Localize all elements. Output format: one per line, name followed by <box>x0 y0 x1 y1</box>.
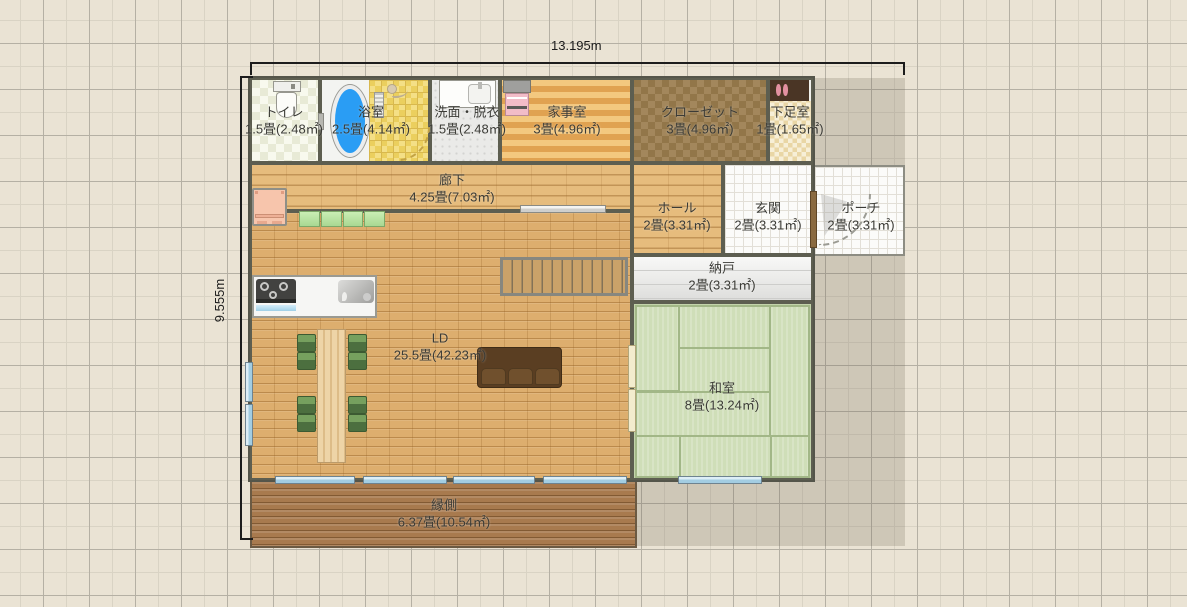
bath-door-icon[interactable] <box>318 113 324 130</box>
window-icon[interactable] <box>245 362 253 402</box>
shoes-icon <box>783 84 788 96</box>
window-icon[interactable] <box>363 476 447 484</box>
sliding-door-icon[interactable] <box>628 345 636 388</box>
stairs-icon[interactable] <box>500 257 628 296</box>
chair-icon[interactable] <box>348 396 367 414</box>
stove-icon <box>256 279 296 303</box>
room-bath[interactable] <box>320 78 430 163</box>
entrance-door-icon[interactable] <box>810 191 817 248</box>
tatami-mat <box>635 305 680 392</box>
tatami-mat <box>678 347 771 393</box>
room-storeroom[interactable] <box>632 255 813 302</box>
window-icon[interactable] <box>453 476 535 484</box>
room-hall[interactable] <box>632 163 723 255</box>
dimension-width-line <box>250 62 905 64</box>
dining-table-icon[interactable] <box>317 329 346 463</box>
sideboard-icon[interactable] <box>299 211 385 227</box>
tatami-mat <box>770 435 810 478</box>
window-icon[interactable] <box>678 476 762 484</box>
room-porch[interactable] <box>813 165 905 256</box>
shoe-cabinet[interactable] <box>770 80 811 101</box>
room-toilet[interactable] <box>250 78 320 163</box>
room-closet[interactable] <box>632 78 768 163</box>
tatami-mat <box>769 305 810 437</box>
room-utility[interactable] <box>500 78 632 163</box>
room-shoe[interactable] <box>768 78 813 163</box>
window-icon[interactable] <box>245 404 253 446</box>
chair-icon[interactable] <box>348 352 367 370</box>
washbasin-icon[interactable] <box>439 80 496 108</box>
dimension-width-label: 13.195m <box>551 38 602 53</box>
chair-icon[interactable] <box>348 414 367 432</box>
sofa-icon[interactable] <box>477 347 562 388</box>
roof-overhang-bottom <box>637 480 905 546</box>
cabinet-icon[interactable] <box>252 188 287 226</box>
chair-icon[interactable] <box>297 414 316 432</box>
tatami-mat <box>678 305 771 349</box>
kitchen-counter[interactable] <box>252 275 377 318</box>
room-hallway[interactable] <box>250 163 632 211</box>
sliding-door-icon[interactable] <box>628 389 636 432</box>
room-washitsu[interactable] <box>632 302 813 480</box>
bathtub-icon[interactable] <box>331 85 369 157</box>
chair-icon[interactable] <box>348 334 367 352</box>
shower-icon <box>374 84 408 118</box>
chair-icon[interactable] <box>297 334 316 352</box>
dimension-height-label: 9.555m <box>212 279 227 322</box>
chair-icon[interactable] <box>297 352 316 370</box>
room-veranda[interactable] <box>250 480 637 548</box>
window-icon[interactable] <box>275 476 355 484</box>
tatami-mat <box>635 391 771 437</box>
window-icon[interactable] <box>543 476 627 484</box>
shoes-icon <box>776 84 781 96</box>
room-entrance[interactable] <box>723 163 813 255</box>
washing-machine-icon[interactable] <box>503 80 531 118</box>
chair-icon[interactable] <box>297 396 316 414</box>
toilet-icon[interactable] <box>273 81 301 119</box>
floorplan-canvas[interactable]: { "dimensions": { "width_label": "13.195… <box>0 0 1187 607</box>
dimension-height-line <box>240 76 242 540</box>
roof-overhang-right <box>813 78 905 480</box>
tatami-mat <box>679 435 772 478</box>
window-icon[interactable] <box>520 205 606 213</box>
kitchen-sink-icon <box>338 280 374 303</box>
tatami-mat <box>635 435 681 478</box>
room-washroom[interactable] <box>430 78 500 163</box>
